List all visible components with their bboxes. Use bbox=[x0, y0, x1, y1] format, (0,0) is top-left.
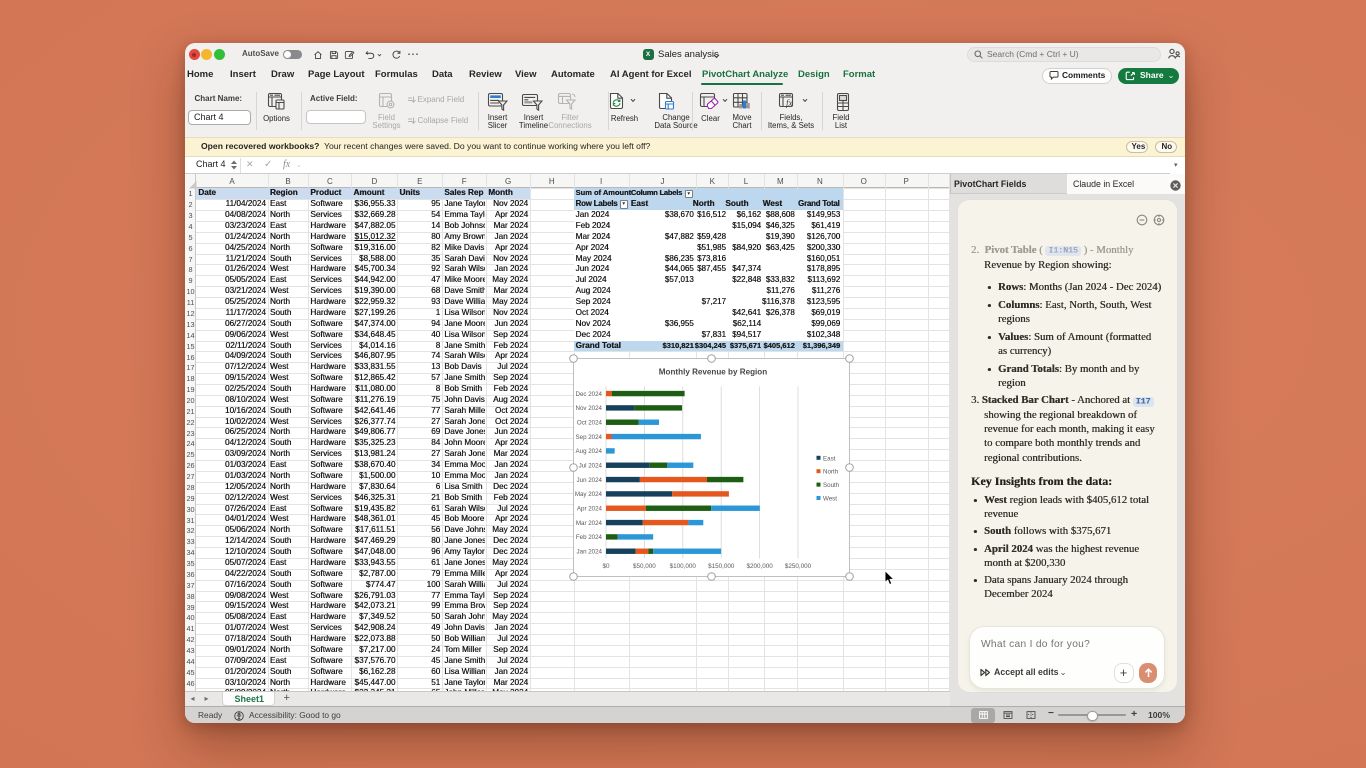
svg-text:Jul 2024: Jul 2024 bbox=[579, 462, 603, 469]
svg-text:$200,000: $200,000 bbox=[746, 563, 773, 570]
svg-text:West: West bbox=[823, 496, 837, 503]
svg-text:Monthly Revenue by Region: Monthly Revenue by Region bbox=[659, 368, 767, 377]
svg-text:Dec 2024: Dec 2024 bbox=[576, 391, 603, 398]
svg-text:$250,000: $250,000 bbox=[785, 563, 812, 570]
svg-text:Jun 2024: Jun 2024 bbox=[577, 477, 603, 484]
svg-text:$100,000: $100,000 bbox=[670, 563, 697, 570]
svg-text:Jan 2024: Jan 2024 bbox=[577, 548, 603, 555]
svg-text:$150,000: $150,000 bbox=[708, 563, 735, 570]
svg-text:East: East bbox=[823, 455, 836, 462]
svg-text:Sep 2024: Sep 2024 bbox=[576, 434, 603, 441]
svg-text:Nov 2024: Nov 2024 bbox=[576, 405, 603, 412]
svg-text:Aug 2024: Aug 2024 bbox=[576, 448, 603, 455]
svg-text:$50,000: $50,000 bbox=[633, 563, 656, 570]
svg-text:North: North bbox=[823, 469, 839, 476]
svg-text:$0: $0 bbox=[602, 563, 610, 570]
svg-text:Feb 2024: Feb 2024 bbox=[576, 534, 603, 541]
svg-text:Oct 2024: Oct 2024 bbox=[577, 419, 603, 426]
svg-text:Apr 2024: Apr 2024 bbox=[577, 505, 603, 512]
svg-text:May 2024: May 2024 bbox=[575, 491, 603, 498]
svg-text:Mar 2024: Mar 2024 bbox=[576, 520, 603, 527]
svg-text:South: South bbox=[823, 482, 840, 489]
svg-text:fx: fx bbox=[786, 98, 793, 108]
